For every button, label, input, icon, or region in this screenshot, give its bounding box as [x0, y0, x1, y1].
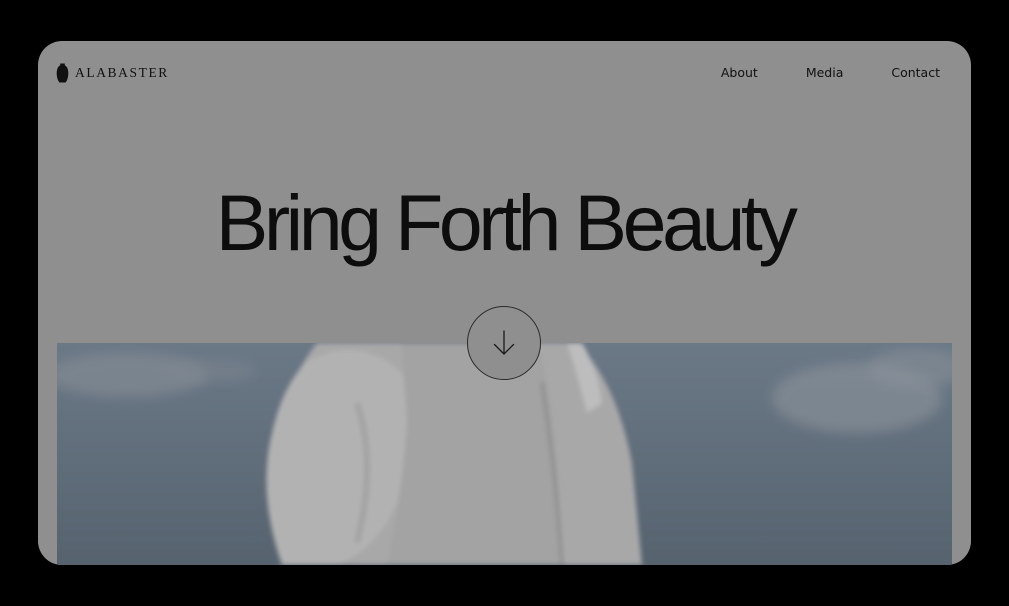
main-nav: About Media Contact [721, 65, 940, 80]
device-frame: ALABASTER About Media Contact Bring Fort… [0, 0, 1009, 606]
brand-logo[interactable]: ALABASTER [56, 63, 169, 83]
hero-headline: Bring Forth Beauty [215, 178, 798, 267]
alabaster-jar-icon [56, 63, 69, 83]
scroll-down-button[interactable] [467, 306, 541, 380]
nav-link-about[interactable]: About [721, 65, 758, 80]
nav-link-media[interactable]: Media [806, 65, 844, 80]
arrow-down-icon [493, 330, 515, 355]
browser-viewport: ALABASTER About Media Contact Bring Fort… [38, 41, 971, 565]
nav-link-contact[interactable]: Contact [891, 65, 940, 80]
brand-name: ALABASTER [75, 65, 169, 80]
